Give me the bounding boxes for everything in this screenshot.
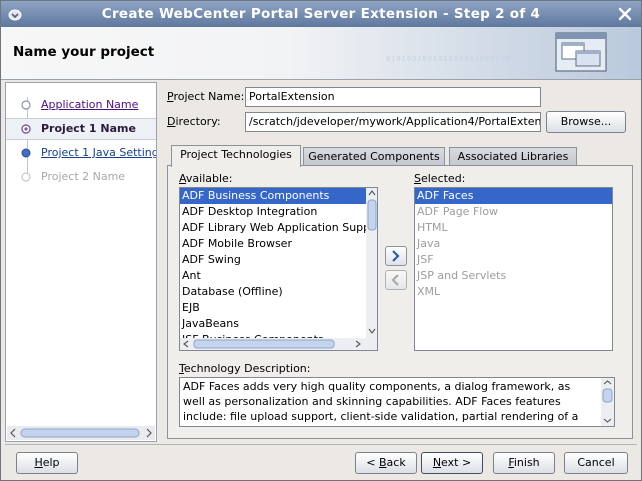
title-bar[interactable]: Create WebCenter Portal Server Extension… (1, 1, 641, 27)
finish-button[interactable]: Finish (493, 452, 555, 474)
nav-step-project-1-name[interactable]: Project 1 Name (6, 118, 156, 140)
step-current-icon (21, 124, 31, 134)
selected-list-item[interactable]: HTML (415, 220, 612, 236)
wizard-header: Name your project 0101001001010100010001… (1, 27, 641, 80)
available-label: Available: (179, 172, 233, 185)
selected-list-item[interactable]: ADF Page Flow (415, 204, 612, 220)
description-vertical-scrollbar[interactable] (601, 378, 614, 426)
technology-description-label: Technology Description: (179, 362, 311, 375)
directory-label: Directory: (167, 115, 221, 128)
help-button[interactable]: Help (16, 452, 78, 474)
window-title: Create WebCenter Portal Server Extension… (101, 6, 541, 22)
cancel-button[interactable]: Cancel (564, 452, 628, 474)
technology-description-text: ADF Faces adds very high quality compone… (179, 377, 615, 427)
next-button[interactable]: Next > (421, 452, 483, 474)
nav-step-label[interactable]: Project 1 Java Settings (41, 146, 156, 159)
selected-list-item[interactable]: XML (415, 284, 612, 300)
available-list-item[interactable]: ADF Library Web Application Support (180, 220, 377, 236)
selected-technologies-list[interactable]: ADF Faces ADF Page Flow HTML Java JSF JSP and… (414, 187, 613, 351)
browse-button[interactable]: Browse... (546, 111, 626, 133)
available-list-item[interactable]: ADF Business Components (180, 188, 366, 204)
nav-step-label: Project 2 Name (41, 170, 126, 183)
add-selected-button[interactable] (385, 246, 407, 266)
page-title: Name your project (13, 44, 155, 60)
nav-step-application-name[interactable]: Application Name (6, 94, 156, 116)
selected-list-item[interactable]: JSP and Servlets (415, 268, 612, 284)
project-name-label: Project Name: (167, 90, 245, 103)
nav-step-label: Project 1 Name (41, 122, 136, 135)
project-name-input[interactable]: PortalExtension (245, 87, 541, 107)
selected-list-item[interactable]: ADF Faces (415, 188, 612, 204)
directory-input[interactable]: /scratch/jdeveloper/mywork/Application4/… (245, 112, 541, 132)
move-right-icon (392, 250, 400, 262)
available-list-item[interactable]: ADF Mobile Browser (180, 236, 366, 252)
close-icon[interactable] (615, 4, 635, 24)
available-list-item[interactable]: Ant (180, 268, 366, 284)
nav-step-project-2-name: Project 2 Name (6, 166, 156, 188)
tab-project-technologies[interactable]: Project Technologies (171, 145, 301, 167)
selected-list-item[interactable]: Java (415, 236, 612, 252)
available-horizontal-scrollbar[interactable] (180, 338, 377, 350)
wizard-dialog: Create WebCenter Portal Server Extension… (0, 0, 642, 481)
step-visited-icon (21, 100, 31, 110)
move-left-icon (391, 274, 399, 286)
available-list-item[interactable]: Database (Offline) (180, 284, 366, 300)
available-list-item[interactable]: ADF Desktop Integration (180, 204, 366, 220)
nav-horizontal-scrollbar[interactable] (7, 426, 155, 440)
available-vertical-scrollbar[interactable] (366, 188, 378, 338)
tab-associated-libraries[interactable]: Associated Libraries (449, 147, 577, 167)
remove-selected-button[interactable] (385, 270, 407, 290)
available-list-item[interactable]: ADF Swing (180, 252, 366, 268)
nav-step-label[interactable]: Application Name (41, 98, 138, 111)
wizard-step-navigator: Application Name Project 1 Name Project … (5, 82, 157, 442)
back-button[interactable]: < Back (355, 452, 417, 474)
header-decoration-text: 010100100101010001000101 (386, 55, 512, 63)
available-list-item[interactable]: JavaBeans (180, 316, 366, 332)
tab-generated-components[interactable]: Generated Components (303, 147, 445, 167)
nav-step-project-1-java-settings[interactable]: Project 1 Java Settings (6, 142, 156, 164)
wizard-graphic-icon (555, 32, 607, 72)
available-technologies-list[interactable]: ADF Business Components ADF Desktop Integ… (179, 187, 378, 351)
selected-list-item[interactable]: JSF (415, 252, 612, 268)
footer-separator (5, 444, 637, 445)
step-disabled-icon (21, 172, 31, 182)
step-visited-icon (21, 148, 31, 158)
available-list-item[interactable]: EJB (180, 300, 366, 316)
selected-label: Selected: (414, 172, 466, 185)
